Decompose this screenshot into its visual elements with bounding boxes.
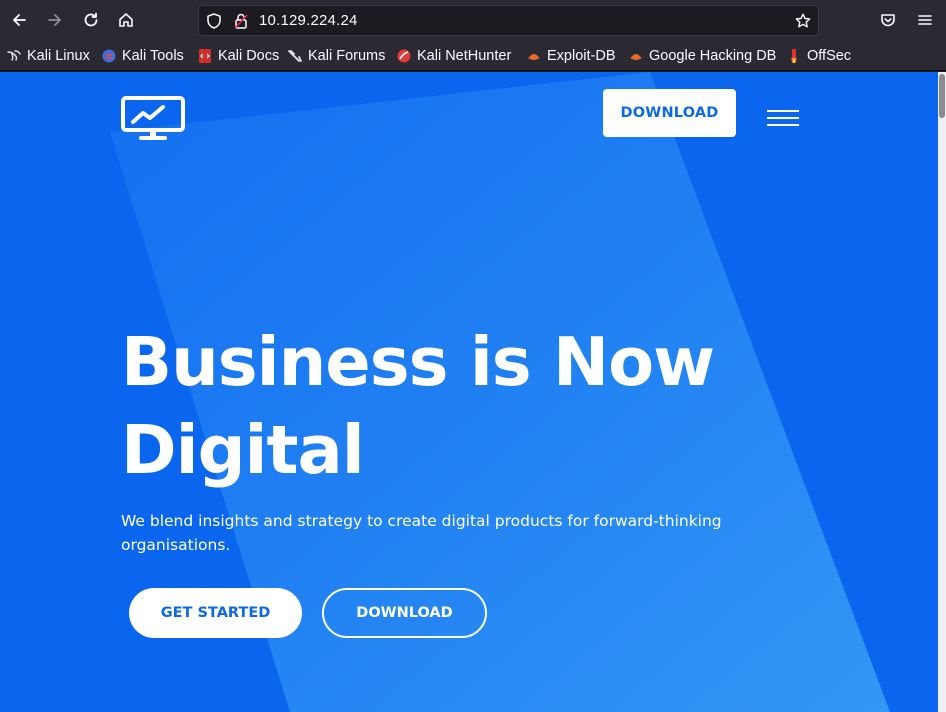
url-text[interactable]: 10.129.224.24 [259, 12, 358, 29]
pocket-icon [881, 14, 895, 27]
shield-icon[interactable] [205, 12, 223, 30]
home-icon [119, 13, 133, 27]
kali-docs-icon [199, 49, 211, 63]
insecure-lock-icon[interactable] [232, 12, 250, 30]
page-scrollbar[interactable] [938, 72, 946, 712]
kali-dragon-icon [7, 50, 21, 61]
browser-toolbar: 10.129.224.24 [0, 0, 946, 40]
back-button[interactable] [5, 6, 33, 34]
hero-title-line-2: Digital [121, 411, 365, 489]
scrollbar-thumb[interactable] [939, 74, 945, 118]
arrow-right-icon [48, 14, 61, 26]
address-bar[interactable]: 10.129.224.24 [198, 5, 819, 36]
monitor-chart-icon[interactable] [121, 96, 185, 142]
bookmark-label: Kali Tools [122, 48, 184, 64]
bookmark-star-icon[interactable] [794, 12, 812, 30]
kali-forums-icon [288, 50, 302, 62]
hero-subtitle: We blend insights and strategy to create… [121, 512, 722, 554]
hamburger-menu-icon[interactable] [767, 110, 799, 128]
bookmark-label: Kali NetHunter [417, 48, 512, 64]
exploit-db-icon [528, 54, 540, 60]
bookmark-kali-tools[interactable]: Kali Tools [101, 46, 184, 66]
reload-icon [84, 12, 98, 27]
home-button[interactable] [112, 6, 140, 34]
hero-title-line-1: Business is Now [121, 323, 715, 401]
hero-download-button[interactable]: DOWNLOAD [322, 588, 487, 638]
web-page: DOWNLOAD Business is Now Digital We blen… [0, 72, 938, 712]
bookmark-label: OffSec [807, 48, 852, 64]
bookmark-label: Google Hacking DB [649, 48, 777, 64]
bookmark-kali-linux[interactable]: Kali Linux [6, 46, 90, 66]
bookmark-google-hacking-db[interactable]: Google Hacking DB [628, 46, 776, 66]
bookmark-label: Exploit-DB [547, 48, 616, 64]
pocket-button[interactable] [874, 6, 902, 34]
bookmark-kali-forums[interactable]: Kali Forums [287, 46, 385, 66]
get-started-button[interactable]: GET STARTED [129, 588, 302, 638]
hero-title: Business is Now Digital [121, 318, 761, 494]
bookmark-label: Kali Forums [308, 48, 386, 64]
arrow-left-icon [13, 14, 26, 26]
header-download-button[interactable]: DOWNLOAD [603, 89, 736, 137]
offsec-icon [791, 49, 797, 63]
bookmark-kali-nethunter[interactable]: Kali NetHunter [396, 46, 511, 66]
reload-button[interactable] [77, 6, 105, 34]
forward-button[interactable] [41, 6, 69, 34]
kali-tools-icon [102, 49, 116, 63]
ghdb-icon [630, 54, 642, 60]
app-menu-button[interactable] [911, 6, 939, 34]
bookmark-label: Kali Docs [218, 48, 280, 64]
bookmark-offsec[interactable]: OffSec [786, 46, 851, 66]
menu-lines-icon [918, 15, 932, 25]
bookmarks-toolbar: Kali Linux Kali Tools Kali Docs Kali For… [0, 40, 946, 71]
bookmark-label: Kali Linux [27, 48, 90, 64]
bookmark-kali-docs[interactable]: Kali Docs [197, 46, 279, 66]
nethunter-icon [397, 49, 411, 63]
bookmark-exploit-db[interactable]: Exploit-DB [526, 46, 616, 66]
